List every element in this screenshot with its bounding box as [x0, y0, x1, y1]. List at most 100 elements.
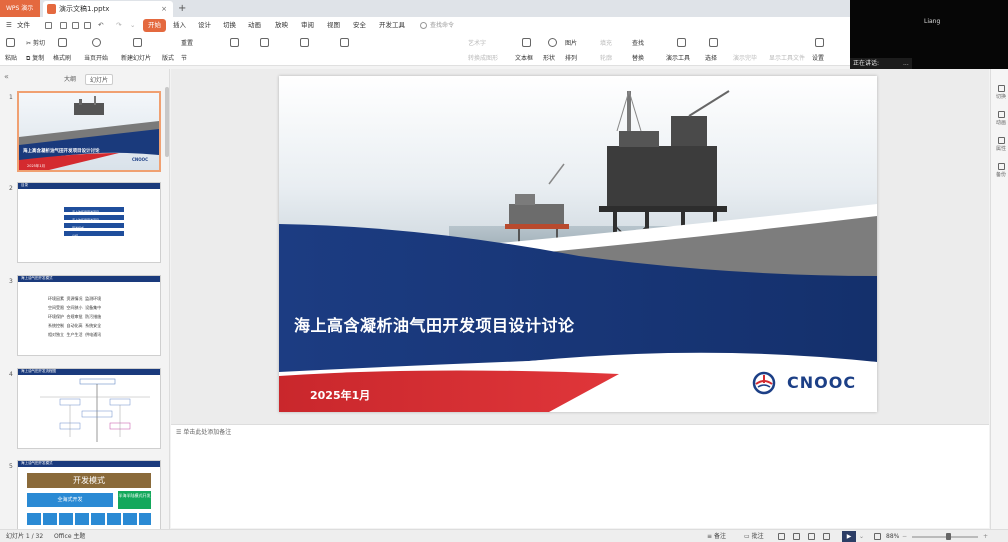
tab-slideshow[interactable]: 放映: [275, 17, 288, 34]
select-icon[interactable]: [709, 38, 718, 47]
sidebar-transitions[interactable]: 切换: [994, 85, 1008, 100]
thumbnail-scrollbar[interactable]: [165, 87, 169, 157]
collapse-panel-icon[interactable]: «: [4, 72, 9, 81]
slide-thumbnail-1[interactable]: 海上高含凝析油气田开发项目设计讨论 2025年1月 CNOOC: [17, 91, 161, 172]
format-painter-icon[interactable]: [58, 38, 67, 47]
layout-button[interactable]: 版式: [162, 53, 174, 62]
tab-animation[interactable]: 动画: [248, 17, 261, 34]
outline-button[interactable]: 轮廓: [600, 53, 612, 62]
replace-button[interactable]: 替换: [632, 53, 644, 62]
cut-button[interactable]: ✂ 剪切: [26, 38, 45, 47]
slide-thumbnail-4[interactable]: 海上油气田开发流程图: [17, 368, 161, 449]
comments-toggle[interactable]: ▭ 批注: [744, 530, 764, 542]
zoom-in-icon[interactable]: +: [983, 530, 988, 542]
textbox-button[interactable]: 文本框: [515, 53, 533, 62]
arrange-button[interactable]: 排列: [565, 53, 577, 62]
command-search[interactable]: 查找命令: [420, 20, 454, 31]
tab-design[interactable]: 设计: [198, 17, 211, 34]
convert-shape-button[interactable]: 转换成图形: [468, 53, 498, 62]
notes-pane[interactable]: ☰ 单击此处添加备注: [171, 424, 989, 528]
menu-file[interactable]: 文件: [17, 17, 30, 34]
section-button[interactable]: 节: [181, 53, 187, 62]
slide-thumbnail-5[interactable]: 海上油气田开发模式 开发模式 全海式开发 半海半陆模式开发: [17, 460, 161, 529]
fill-button[interactable]: 填充: [600, 38, 612, 47]
font-italic-icon[interactable]: [260, 38, 269, 47]
find-button[interactable]: 查找: [632, 38, 644, 47]
fit-window-icon[interactable]: [874, 533, 881, 540]
textbox-icon[interactable]: [522, 38, 531, 47]
play-from-current-button[interactable]: 当页开始: [84, 53, 108, 62]
play-options-icon[interactable]: ⌄: [859, 530, 864, 542]
picture-button[interactable]: 图片: [565, 38, 577, 47]
document-tab[interactable]: 演示文稿1.pptx ×: [43, 1, 173, 17]
new-slide-icon[interactable]: [133, 38, 142, 47]
text-effects-button[interactable]: 艺术字: [468, 38, 486, 47]
tab-insert[interactable]: 插入: [173, 17, 186, 34]
sidebar-backup[interactable]: 备份: [994, 163, 1008, 178]
shape-button[interactable]: 形状: [543, 53, 555, 62]
undo-icon[interactable]: ↶: [98, 17, 103, 34]
tab-home[interactable]: 开始: [143, 19, 166, 32]
cnooc-emblem-icon: [752, 371, 776, 395]
sliders-icon: [997, 137, 1005, 144]
export-icon[interactable]: [84, 22, 91, 29]
menu-icon[interactable]: ☰: [6, 17, 12, 34]
more-view-icon[interactable]: [823, 533, 830, 540]
tab-transitions[interactable]: 切换: [223, 17, 236, 34]
slide-thumbnail-2[interactable]: 目录 海上油气田开发项目 海上油气田开发项目 开发模式 总结: [17, 182, 161, 263]
tab-slides[interactable]: 幻灯片: [85, 74, 114, 85]
tab-security[interactable]: 安全: [353, 17, 366, 34]
new-slide-button[interactable]: 新建幻灯片: [121, 53, 151, 62]
notes-placeholder-text: 单击此处添加备注: [183, 429, 232, 436]
settings-button[interactable]: 设置: [812, 53, 824, 62]
bullets-icon[interactable]: [340, 38, 349, 47]
tab-developer[interactable]: 开发工具: [379, 17, 405, 34]
tab-view[interactable]: 视图: [327, 17, 340, 34]
shape-icon[interactable]: [548, 38, 557, 47]
slide-title[interactable]: 海上高含凝析油气田开发项目设计讨论: [294, 312, 575, 336]
select-button[interactable]: 选择: [705, 53, 717, 62]
paste-icon[interactable]: [6, 38, 15, 47]
slide-number: 1: [9, 94, 13, 101]
copy-button[interactable]: ⧉ 复制: [26, 53, 44, 63]
more-quick-access-icon[interactable]: ⌄: [130, 17, 135, 34]
presentation-tools-button[interactable]: 演示工具: [666, 53, 690, 62]
reading-view-icon[interactable]: [808, 533, 815, 540]
notes-toggle[interactable]: ≡ 备注: [707, 530, 726, 542]
zoom-out-icon[interactable]: −: [902, 530, 907, 542]
app-tab[interactable]: WPS 演示: [0, 0, 40, 17]
normal-view-icon[interactable]: [778, 533, 785, 540]
format-painter-button[interactable]: 格式刷: [53, 53, 71, 62]
show-tool-files-button[interactable]: 显示工具文件: [769, 53, 805, 62]
tab-review[interactable]: 审阅: [301, 17, 314, 34]
sidebar-transitions-label: 切换: [995, 94, 1006, 100]
print-icon[interactable]: [60, 22, 67, 29]
current-slide[interactable]: 海上高含凝析油气田开发项目设计讨论 2025年1月 CNOOC: [279, 76, 877, 412]
print-preview-icon[interactable]: [72, 22, 79, 29]
zoom-slider-thumb[interactable]: [946, 533, 951, 540]
more-options-icon[interactable]: ...: [903, 58, 909, 69]
reset-button[interactable]: 重置: [181, 38, 193, 47]
play-slideshow-button[interactable]: ▶: [842, 531, 856, 542]
slide-sorter-icon[interactable]: [793, 533, 800, 540]
play-icon[interactable]: [92, 38, 101, 47]
align-icon[interactable]: [300, 38, 309, 47]
tab-outline[interactable]: 大纲: [64, 74, 76, 83]
settings-icon[interactable]: [815, 38, 824, 47]
new-tab-button[interactable]: +: [178, 0, 186, 17]
sidebar-animation[interactable]: 动画: [994, 111, 1008, 126]
toc-item: 海上油气田开发项目: [72, 218, 100, 222]
zoom-level[interactable]: 88%: [886, 530, 899, 542]
slide-thumbnail-3[interactable]: 海上油气田开发模式 环境因素 资源情况 监测环境 空间受限 空间狭小 设备集中 …: [17, 275, 161, 356]
redo-icon[interactable]: ↷: [116, 17, 121, 34]
sidebar-properties[interactable]: 属性: [994, 137, 1008, 152]
presentation-tools-icon[interactable]: [677, 38, 686, 47]
finish-presentation-button[interactable]: 演示完毕: [733, 53, 757, 62]
close-tab-icon[interactable]: ×: [161, 1, 167, 17]
slide-date[interactable]: 2025年1月: [310, 387, 370, 403]
sidebar-properties-label: 属性: [995, 146, 1006, 152]
font-bold-icon[interactable]: [230, 38, 239, 47]
zoom-slider[interactable]: [912, 536, 978, 538]
paste-button[interactable]: 粘贴: [5, 53, 17, 62]
save-icon[interactable]: [45, 22, 52, 29]
